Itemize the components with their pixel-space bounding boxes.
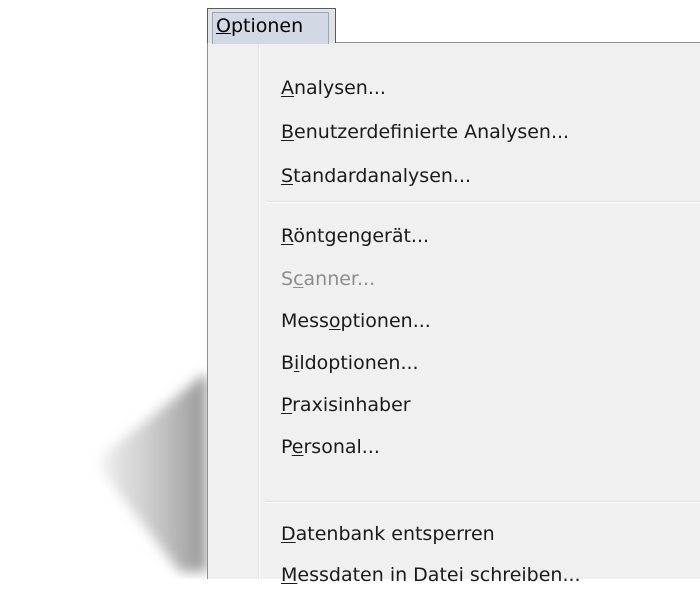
menu-item-praxisinhaber[interactable]: Praxisinhaber	[260, 388, 694, 422]
menu-separator	[266, 201, 700, 203]
menu-item-label: Praxisinhaber	[281, 394, 411, 416]
menu-item-benutzerdefinierte-analysen[interactable]: Benutzerdefinierte Analysen...	[260, 115, 694, 149]
optionen-dropdown-menu: Analysen... Benutzerdefinierte Analysen..…	[207, 42, 700, 586]
menu-separator	[266, 501, 700, 503]
menu-item-label: Analysen...	[281, 77, 386, 99]
menu-item-label: Bildoptionen...	[281, 352, 419, 374]
menu-item-scanner: Scanner...	[260, 262, 694, 296]
menu-item-label: Datenbank entsperren	[281, 523, 495, 545]
menu-item-label: Standardanalysen...	[281, 165, 472, 187]
menubar-optionen[interactable]: Optionen	[207, 8, 336, 44]
menu-item-label: Messoptionen...	[281, 310, 431, 332]
icon-gutter	[208, 43, 258, 579]
menu-item-standardanalysen[interactable]: Standardanalysen...	[260, 159, 694, 193]
menu-item-personal[interactable]: Personal...	[260, 430, 694, 464]
menu-item-label: Röntgengerät...	[281, 225, 430, 247]
menu-item-bildoptionen[interactable]: Bildoptionen...	[260, 346, 694, 380]
menu-item-label: Benutzerdefinierte Analysen...	[281, 121, 570, 143]
menu-item-label: Scanner...	[281, 268, 376, 290]
menu-item-datenbank-entsperren[interactable]: Datenbank entsperren	[260, 517, 694, 551]
menu-item-messdaten-in-datei-schreiben[interactable]: Messdaten in Datei schreiben...	[260, 558, 694, 592]
menubar-optionen-label: Optionen	[216, 15, 304, 37]
menu-item-messoptionen[interactable]: Messoptionen...	[260, 304, 694, 338]
menu-item-label: Messdaten in Datei schreiben...	[281, 564, 581, 586]
menu-item-roentgengeraet[interactable]: Röntgengerät...	[260, 219, 694, 253]
menu-item-analysen[interactable]: Analysen...	[260, 71, 694, 105]
menu-item-label: Personal...	[281, 436, 380, 458]
